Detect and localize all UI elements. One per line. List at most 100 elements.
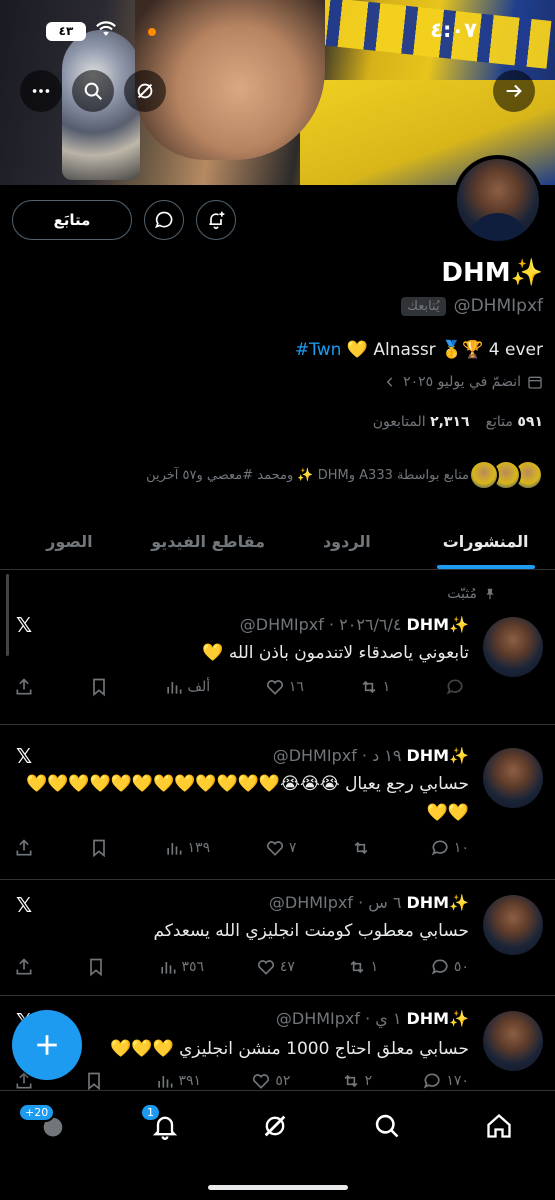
bottom-nav: +20 1	[0, 1090, 555, 1160]
tweet-avatar[interactable]	[483, 748, 543, 808]
clock: ٤:٠٧	[430, 18, 477, 42]
bookmark-button[interactable]	[89, 838, 109, 858]
like-button[interactable]: ١٦	[265, 677, 304, 697]
tweet[interactable]: 𝕏 DHM✨ @DHMIpxf · ٦ س حسابي معطوب كومنت …	[0, 881, 555, 996]
views-icon	[157, 1076, 172, 1088]
joined-row: انضمّ في يوليو ٢٠٢٥	[383, 374, 543, 390]
following-count[interactable]: ٥٩١ متابَع	[486, 414, 543, 430]
reply-icon	[446, 679, 463, 695]
tweet-actions: ١٣٩ ٧ ١٠	[14, 838, 469, 858]
tweet[interactable]: 𝕏 DHM✨ @DHMIpxf · ١ ي حسابي معلق احتاج 1…	[0, 997, 555, 1091]
arrow-right-icon	[506, 84, 522, 98]
heart-icon	[253, 1074, 270, 1089]
tab-posts[interactable]: المنشورات	[416, 520, 555, 569]
follow-counts: ٥٩١ متابَع ٢,٣١٦ المتابعون	[373, 414, 543, 430]
retweet-button[interactable]: ٢	[341, 1071, 372, 1091]
tweet-meta: @DHMIpxf · ٦ س	[268, 893, 402, 912]
chevron-left-icon[interactable]	[383, 375, 397, 389]
search-button[interactable]	[72, 70, 114, 112]
views-icon	[160, 962, 175, 974]
tab-photos[interactable]: الصور	[0, 520, 139, 569]
share-button[interactable]	[14, 677, 34, 697]
mutual-avatars	[469, 460, 543, 490]
tweet[interactable]: 𝕏 DHM✨ @DHMIpxf · ١٩ د حسابي رجع يعيال 😭…	[0, 726, 555, 880]
bookmark-icon	[89, 958, 102, 977]
bookmark-icon	[92, 839, 105, 858]
nav-messages[interactable]: +20	[18, 1103, 70, 1143]
share-icon	[16, 839, 32, 856]
tweet-avatar[interactable]	[483, 1011, 543, 1071]
tweet-avatar[interactable]	[483, 617, 543, 677]
tweet-meta: @DHMIpxf · ٢٠٢٦/٦/٤	[239, 615, 402, 634]
nav-notifications[interactable]: 1	[140, 1103, 182, 1143]
message-button[interactable]	[144, 200, 184, 240]
tweet-actions: ألف ١٦ ١	[14, 677, 469, 697]
views-button[interactable]: ٣٩١	[155, 1071, 201, 1091]
tweet-author: DHM✨	[406, 615, 469, 634]
tweet-meta: @DHMIpxf · ١ ي	[275, 1009, 402, 1028]
views-button[interactable]: ١٣٩	[164, 838, 210, 858]
views-button[interactable]: ٣٥٦	[158, 957, 204, 977]
retweet-button[interactable]: ١	[347, 957, 378, 977]
followers-count[interactable]: ٢,٣١٦ المتابعون	[373, 414, 470, 430]
bookmark-icon	[88, 1072, 101, 1091]
like-button[interactable]: ٧	[265, 838, 296, 858]
privacy-dot	[148, 28, 156, 36]
x-logo-icon: 𝕏	[16, 744, 33, 768]
retweet-icon	[362, 680, 376, 694]
bell-plus-icon	[209, 211, 225, 230]
bookmark-button[interactable]	[86, 957, 106, 977]
share-button[interactable]	[14, 838, 34, 858]
tweet-header: DHM✨ @DHMIpxf · ٢٠٢٦/٦/٤	[240, 615, 469, 634]
bio-hashtag[interactable]: #Twn	[295, 340, 342, 360]
heart-icon	[266, 680, 283, 695]
nav-home[interactable]	[482, 1109, 516, 1143]
notify-button[interactable]	[196, 200, 236, 240]
back-button[interactable]	[493, 70, 535, 112]
search-icon	[84, 82, 102, 100]
tweet-text: حسابي معطوب كومنت انجليزي الله يسعدكم	[153, 921, 469, 941]
grok-button[interactable]	[124, 70, 166, 112]
bookmark-button[interactable]	[84, 1071, 104, 1091]
mutual-avatar	[469, 460, 499, 490]
retweet-button[interactable]	[351, 838, 375, 858]
x-logo-icon: 𝕏	[16, 893, 33, 917]
bookmark-icon	[92, 678, 105, 697]
nav-grok[interactable]	[258, 1109, 292, 1143]
status-bar: ٤٣ ٤:٠٧	[0, 0, 555, 60]
handle-row: يُتابعك @DHMIpxf	[401, 296, 543, 316]
tweet-actions: ٣٥٦ ٤٧ ١ ٥٠	[14, 957, 469, 977]
tweet-avatar[interactable]	[483, 895, 543, 955]
tweet-header: DHM✨ @DHMIpxf · ١ ي	[276, 1009, 469, 1028]
reply-button[interactable]	[445, 677, 469, 697]
home-icon	[487, 1113, 511, 1138]
reply-icon	[424, 1073, 440, 1089]
more-button[interactable]	[20, 70, 62, 112]
nav-search[interactable]	[370, 1109, 404, 1143]
follows-you-badge: يُتابعك	[401, 296, 446, 316]
views-icon	[166, 682, 181, 694]
share-button[interactable]	[14, 957, 34, 977]
profile-bio: #Twn 💛 Alnassr 🥇🏆 4 ever	[295, 340, 543, 360]
messages-badge: +20	[18, 1103, 56, 1122]
reply-button[interactable]: ١٠	[430, 838, 469, 858]
reply-button[interactable]: ٥٠	[430, 957, 469, 977]
tab-videos[interactable]: مقاطع الفيديو	[139, 520, 278, 569]
compose-button[interactable]	[12, 1010, 82, 1080]
plus-icon	[37, 1035, 57, 1055]
following-button[interactable]: متابَع	[12, 200, 132, 240]
tab-replies[interactable]: الردود	[278, 520, 417, 569]
profile-tabs: المنشورات الردود مقاطع الفيديو الصور	[0, 520, 555, 570]
tweet-author: DHM✨	[406, 746, 469, 765]
reply-button[interactable]: ١٧٠	[422, 1071, 469, 1091]
views-button[interactable]: ألف	[164, 677, 210, 697]
bookmark-button[interactable]	[89, 677, 109, 697]
tweet[interactable]: 𝕏 DHM✨ @DHMIpxf · ٢٠٢٦/٦/٤ تابعوني ياصدق…	[0, 575, 555, 725]
followed-by-row[interactable]: متابع بواسطة A333 وDHM ✨ ومحمد #معصي و٥٧…	[10, 460, 543, 490]
retweet-button[interactable]: ١	[359, 677, 390, 697]
like-button[interactable]: ٥٢	[251, 1071, 290, 1091]
profile-name: DHM✨	[441, 258, 543, 288]
profile-avatar[interactable]	[453, 155, 543, 245]
heart-icon	[266, 841, 283, 856]
like-button[interactable]: ٤٧	[256, 957, 295, 977]
